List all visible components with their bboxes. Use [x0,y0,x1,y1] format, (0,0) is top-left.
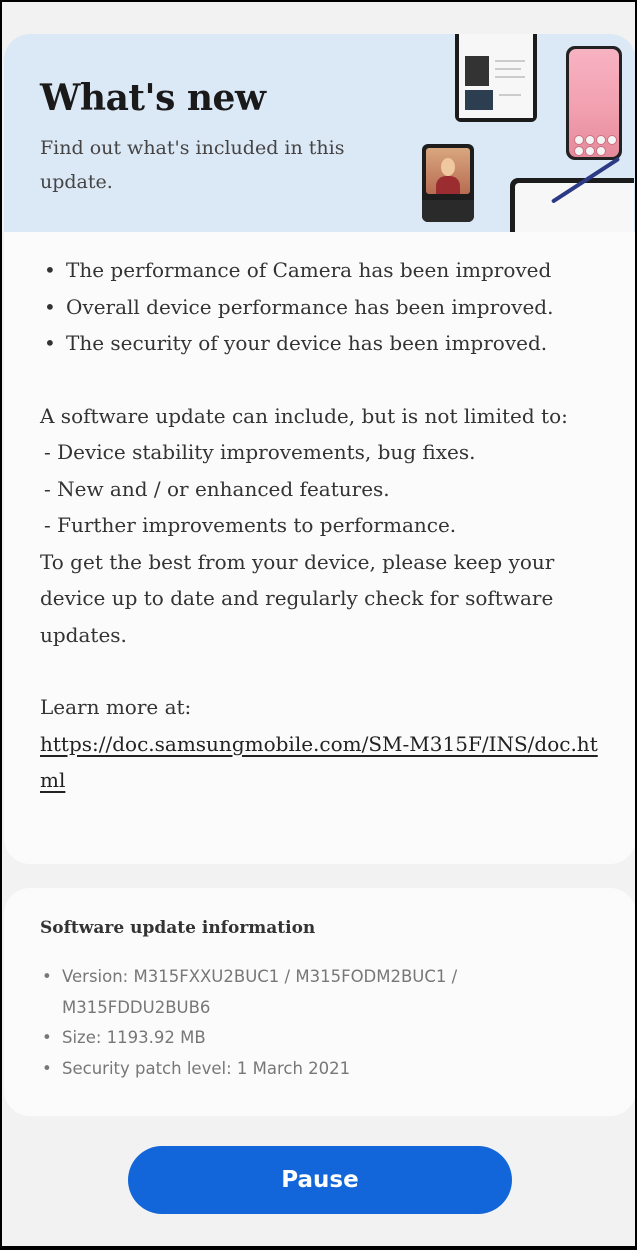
list-item: - Device stability improvements, bug fix… [44,440,476,464]
update-advice-text: To get the best from your device, please… [40,549,555,647]
list-item: - New and / or enhanced features. [44,476,390,501]
page-subtitle: Find out what's included in this update. [40,137,345,193]
release-notes: • The performance of Camera has been impr… [40,252,610,799]
learn-more-link[interactable]: https://doc.samsungmobile.com/SM-M315F/I… [40,726,610,799]
foldable-phone-illustration-icon [422,144,474,222]
screen: What's new Find out what's included in t… [2,2,635,1246]
whats-new-card: What's new Find out what's included in t… [4,34,635,864]
improvements-list: • The performance of Camera has been impr… [40,252,610,362]
learn-more-label: Learn more at: [40,695,192,719]
info-heading: Software update information [40,918,316,938]
security-patch-item: • Security patch level: 1 March 2021 [42,1058,351,1078]
version-item: • Version: M315FXXU2BUC1 / M315FODM2BUC1 … [42,967,458,1017]
page-title: What's new [40,77,266,119]
size-item: • Size: 1193.92 MB [42,1028,206,1047]
update-info-list: • Version: M315FXXU2BUC1 / M315FODM2BUC1 … [40,962,600,1084]
software-update-info-card: Software update information • Version: M3… [4,888,635,1116]
phone-illustration-icon [566,46,622,160]
tablet-illustration-icon [455,34,537,122]
update-intro-text: A software update can include, but is no… [40,403,568,428]
list-item: • The security of your device has been im… [44,331,548,355]
list-item: - Further improvements to performance. [44,513,457,537]
list-item: • The performance of Camera has been impr… [44,258,552,282]
whats-new-banner: What's new Find out what's included in t… [4,34,635,232]
list-item: • Overall device performance has been imp… [44,294,554,319]
pause-button[interactable]: Pause [128,1146,512,1214]
